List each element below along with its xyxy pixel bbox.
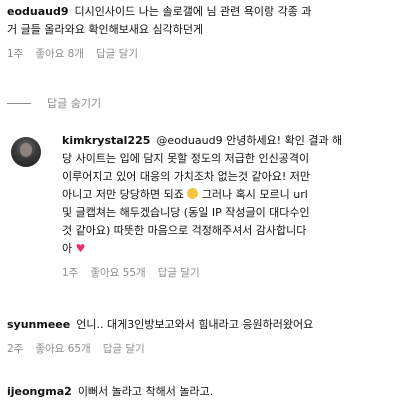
comment-meta: 1주 좋아요 8개 답글 달기	[7, 46, 395, 61]
comment-body-line2: 거 글들 올라와요 확인해보새요 심각하던게	[7, 23, 204, 36]
comment-text: ijeongma2 이뻐서 놀라고 착해서 놀라고.	[7, 383, 395, 401]
reply-username[interactable]: kimkrystal225	[62, 134, 150, 147]
reply-button[interactable]: 답글 달기	[103, 341, 145, 356]
reply-button[interactable]: 답글 달기	[158, 265, 200, 280]
divider-line	[7, 102, 31, 104]
reply-line3: 이루어지고 있어 대응의 가치조차 없는것 같아요! 저만	[62, 170, 311, 183]
comment-meta: 2주 좋아요 65개 답글 달기	[7, 341, 395, 356]
reply-body: kimkrystal225 @eoduaud9 안녕하세요! 확인 결과 해 당 …	[62, 132, 396, 280]
reply-time: 1주	[62, 267, 79, 279]
comment-item: eoduaud9 디시인사이드 나는 솔로갤에 님 관련 욕이랑 각종 과 거 글…	[7, 3, 395, 61]
hide-replies-toggle[interactable]: 답글 숨기기	[7, 95, 101, 111]
comment-item: syunmeee 언니.. 대게3인방보고와서 힘내라고 응원하러왔어요 2주 좋…	[7, 316, 395, 356]
mention-link[interactable]: @eoduaud9	[156, 134, 222, 147]
comment-body-line1: 디시인사이드 나는 솔로갤에 님 관련 욕이랑 각종 과	[74, 5, 312, 18]
reply-line4b: 그러나 혹시 모르니 url	[201, 188, 308, 201]
hide-replies-label[interactable]: 답글 숨기기	[47, 95, 101, 111]
comment-likes[interactable]: 좋아요 8개	[35, 46, 84, 61]
comment-body: 언니.. 대게3인방보고와서 힘내라고 응원하러왔어요	[76, 318, 314, 331]
avatar[interactable]	[11, 137, 41, 167]
comment-time: 2주	[7, 343, 24, 355]
reply-likes[interactable]: 좋아요 55개	[90, 265, 145, 280]
heart-icon: ♥	[75, 242, 86, 255]
comment-username[interactable]: eoduaud9	[7, 5, 69, 18]
reply-text: kimkrystal225 @eoduaud9 안녕하세요! 확인 결과 해 당 …	[62, 132, 396, 258]
reply-button[interactable]: 답글 달기	[96, 46, 138, 61]
reply-line1: 안녕하세요! 확인 결과 해	[226, 134, 343, 147]
comment-time: 1주	[7, 48, 24, 60]
reply-line7: 아	[62, 242, 73, 255]
comment-text: syunmeee 언니.. 대게3인방보고와서 힘내라고 응원하러왔어요	[7, 316, 395, 334]
comment-likes[interactable]: 좋아요 65개	[35, 341, 90, 356]
reply-line4a: 아니고 저만 당당하면 되죠	[62, 188, 184, 201]
reply-line6: 것 같아요) 따뜻한 마음으로 걱정해주셔서 감사합니다	[62, 224, 307, 237]
reply-line5: 및 글캡쳐는 해두겠습니당 (동일 IP 작성글이 대다수인	[62, 206, 310, 219]
grinning-face-icon	[187, 188, 199, 199]
comment-username[interactable]: ijeongma2	[7, 385, 72, 398]
reply-line2: 당 사이트는 입에 담지 못할 정도의 저급한 인신공격이	[62, 152, 310, 165]
comment-username[interactable]: syunmeee	[7, 318, 70, 331]
reply-meta: 1주 좋아요 55개 답글 달기	[62, 265, 396, 280]
comment-body: 이뻐서 놀라고 착해서 놀라고.	[77, 385, 214, 398]
comment-item: ijeongma2 이뻐서 놀라고 착해서 놀라고.	[7, 383, 395, 401]
comment-text: eoduaud9 디시인사이드 나는 솔로갤에 님 관련 욕이랑 각종 과 거 글…	[7, 3, 395, 39]
